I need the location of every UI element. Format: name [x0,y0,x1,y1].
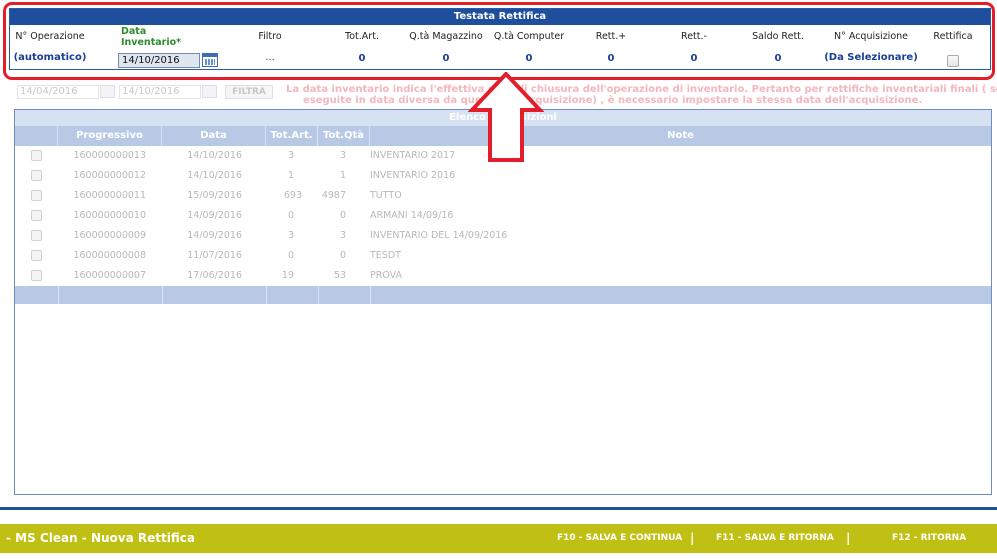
notice-line1: La data inventario indica l'effettiva da… [286,84,997,95]
row-checkbox[interactable] [31,230,42,241]
f10-save-continue-button[interactable]: F10 - SALVA E CONTINUA [557,524,682,553]
cell-data: 14/10/2016 [187,170,242,181]
cell-data: 14/09/2016 [187,230,242,241]
cell-progressivo: 160000000011 [73,190,146,201]
table-footer [15,286,991,304]
cell-tot-art: 3 [287,230,294,241]
column-header-progressivo[interactable]: Progressivo [58,126,162,146]
row-checkbox[interactable] [31,250,42,261]
cell-data: 14/10/2016 [187,150,242,161]
cell-progressivo: 160000000007 [73,270,146,281]
cell-progressivo: 160000000012 [73,170,146,181]
f11-save-return-button[interactable]: F11 - SALVA E RITORNA [716,524,834,553]
cell-data: 14/09/2016 [187,210,242,221]
cell-progressivo: 160000000008 [73,250,146,261]
cell-tot-art: 0 [287,210,294,221]
table-row[interactable]: 160000000011 15/09/2016 693 4987 TUTTO [15,186,991,206]
cell-note: INVENTARIO DEL 14/09/2016 [370,230,508,241]
column-header-tot-art[interactable]: Tot.Art. [266,126,318,146]
column-header-tot-qta[interactable]: Tot.Qtà [318,126,370,146]
highlight-frame [3,2,995,80]
cell-progressivo: 160000000009 [73,230,146,241]
cell-progressivo: 160000000013 [73,150,146,161]
filter-button[interactable]: FILTRA [225,85,273,99]
row-checkbox[interactable] [31,190,42,201]
cell-tot-art: 3 [287,150,294,161]
cell-data: 15/09/2016 [187,190,242,201]
cell-tot-qta: 53 [333,270,346,281]
cell-progressivo: 160000000010 [73,210,146,221]
cell-tot-art: 0 [287,250,294,261]
window-title: - MS Clean - Nuova Rettifica [6,531,195,545]
cell-tot-qta: 1 [339,170,346,181]
acquisizioni-table: Elenco Acquisizioni Progressivo Data Tot… [14,109,992,495]
table-row[interactable]: 160000000010 14/09/2016 0 0 ARMANI 14/09… [15,206,991,226]
cell-tot-art: 19 [281,270,294,281]
column-header-data[interactable]: Data [162,126,266,146]
row-checkbox[interactable] [31,150,42,161]
row-checkbox[interactable] [31,270,42,281]
cell-note: TESDT [370,250,401,261]
calendar-icon[interactable] [100,85,115,98]
filter-date-from-input[interactable]: 14/04/2016 [17,85,99,99]
f12-return-button[interactable]: F12 - RITORNA [892,524,966,553]
cell-data: 11/07/2016 [187,250,242,261]
cell-note: INVENTARIO 2016 [370,170,456,181]
cell-tot-art: 1 [287,170,294,181]
table-row[interactable]: 160000000008 11/07/2016 0 0 TESDT [15,246,991,266]
cell-note: ARMANI 14/09/16 [370,210,454,221]
cell-note: TUTTO [370,190,402,201]
filter-date-to-input[interactable]: 14/10/2016 [119,85,201,99]
cell-tot-qta: 0 [339,210,346,221]
notice-line2: eseguite in data diversa da quella dell'… [303,95,923,106]
row-checkbox[interactable] [31,170,42,181]
bottom-bar: - MS Clean - Nuova Rettifica F10 - SALVA… [0,524,997,553]
cell-note: PROVA [370,270,403,281]
cell-note: INVENTARIO 2017 [370,150,456,161]
separator: | [690,531,695,545]
column-header-note[interactable]: Note [370,126,991,146]
cell-tot-qta: 4987 [321,190,346,201]
table-row[interactable]: 160000000007 17/06/2016 19 53 PROVA [15,266,991,286]
up-arrow-icon [468,72,544,162]
cell-tot-art: 693 [283,190,302,201]
row-checkbox[interactable] [31,210,42,221]
table-row[interactable]: 160000000012 14/10/2016 1 1 INVENTARIO 2… [15,166,991,186]
separator: | [846,531,851,545]
column-header-select [15,126,58,146]
cell-tot-qta: 0 [339,250,346,261]
cell-data: 17/06/2016 [187,270,242,281]
bottom-divider [0,507,997,510]
cell-tot-qta: 3 [339,150,346,161]
table-row[interactable]: 160000000009 14/09/2016 3 3 INVENTARIO D… [15,226,991,246]
calendar-icon[interactable] [202,85,217,98]
cell-tot-qta: 3 [339,230,346,241]
